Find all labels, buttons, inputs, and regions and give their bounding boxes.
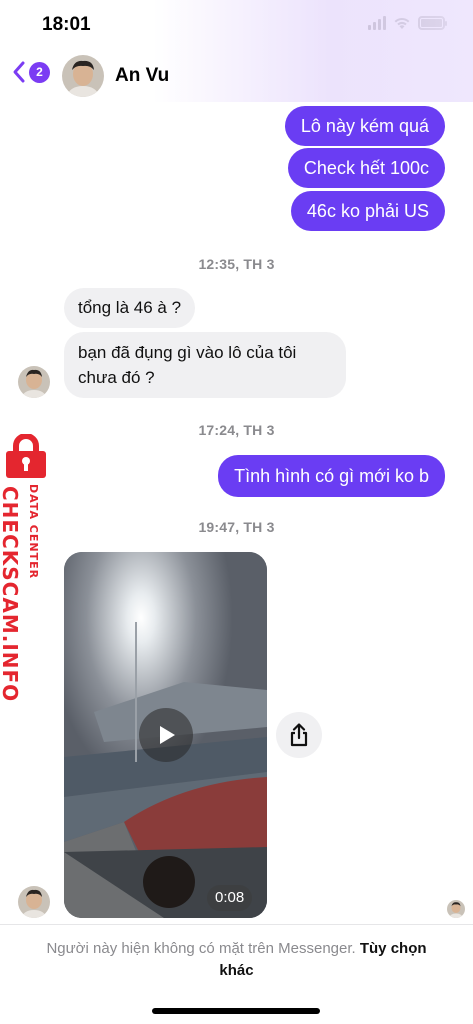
timestamp: 17:24, TH 3 — [198, 422, 275, 438]
watermark-text: CHECKSCAM.INFO — [0, 486, 22, 703]
timestamp: 12:35, TH 3 — [198, 256, 275, 272]
sender-avatar[interactable] — [18, 366, 50, 398]
home-indicator[interactable] — [152, 1008, 320, 1014]
status-time: 18:01 — [42, 14, 91, 35]
unavailable-notice: Người này hiện không có mặt trên Messeng… — [40, 938, 433, 982]
share-button[interactable] — [276, 712, 322, 758]
play-icon — [160, 726, 175, 744]
message-line: bạn đã đụng gì vào lô của tôi — [78, 343, 297, 362]
contact-avatar[interactable] — [62, 55, 104, 97]
back-chevron-icon — [13, 61, 25, 83]
message-outgoing[interactable]: Lô này kém quá — [284, 106, 445, 146]
notice-text: Người này hiện không có mặt trên Messeng… — [46, 940, 356, 957]
video-duration: 0:08 — [207, 885, 253, 911]
sender-avatar[interactable] — [18, 886, 50, 918]
watermark-subtext: DATA CENTER — [27, 484, 40, 580]
message-outgoing[interactable]: Check hết 100c — [287, 148, 445, 188]
footer-divider — [0, 924, 473, 925]
play-button[interactable] — [139, 708, 193, 762]
message-outgoing[interactable]: 46c ko phải US — [290, 191, 445, 231]
message-outgoing[interactable]: Tình hình có gì mới ko b — [218, 455, 445, 497]
lock-icon — [6, 434, 46, 478]
message-line: chưa đó ? — [78, 368, 155, 387]
seen-receipt-avatar — [447, 900, 465, 918]
timestamp: 19:47, TH 3 — [198, 519, 275, 535]
back-button[interactable]: 2 — [12, 60, 50, 84]
contact-name[interactable]: An Vu — [115, 65, 169, 87]
unread-count-badge: 2 — [29, 61, 50, 83]
conversation-header: 2 An Vu — [0, 50, 473, 102]
message-incoming[interactable]: tổng là 46 à ? — [64, 288, 196, 328]
message-incoming[interactable]: bạn đã đụng gì vào lô của tôi chưa đó ? — [64, 332, 346, 398]
share-icon — [290, 723, 308, 747]
